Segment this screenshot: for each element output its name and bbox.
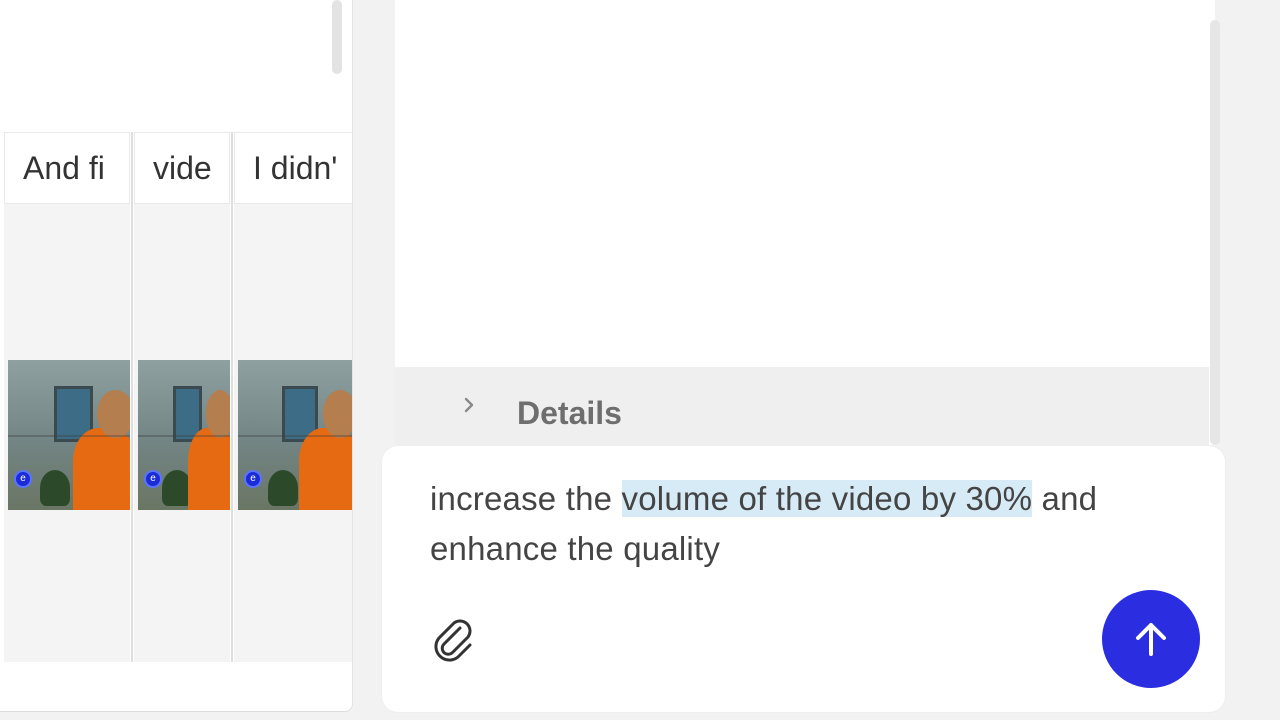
clip-caption: vide [134, 132, 230, 204]
send-button[interactable] [1102, 590, 1200, 688]
paperclip-icon[interactable] [430, 614, 478, 662]
chat-scrollbar[interactable] [1210, 20, 1220, 445]
prompt-input[interactable]: increase the volume of the video by 30% … [430, 474, 1190, 574]
prompt-text-start: increase the [430, 480, 622, 517]
clip-thumbnail: e [138, 360, 230, 510]
timeline-clip[interactable]: vide e [134, 132, 230, 662]
timeline-scrollbar[interactable] [332, 0, 342, 74]
clip-caption: And fi [4, 132, 130, 204]
clip-caption: I didn' [234, 132, 352, 204]
prompt-composer: increase the volume of the video by 30% … [382, 446, 1225, 712]
clip-divider [231, 132, 233, 662]
details-toggle[interactable]: Details [395, 367, 1209, 445]
chat-panel: Details [395, 0, 1215, 445]
timeline-clip[interactable]: And fi e [4, 132, 130, 662]
timeline-clip[interactable]: I didn' e [234, 132, 352, 662]
clip-thumbnail: e [8, 360, 130, 510]
badge-icon: e [144, 470, 162, 488]
arrow-up-icon [1136, 623, 1166, 656]
clip-divider [131, 132, 133, 662]
clip-thumbnail: e [238, 360, 352, 510]
details-label: Details [517, 395, 622, 431]
badge-icon: e [14, 470, 32, 488]
chevron-right-icon [464, 397, 474, 413]
timeline-panel: And fi e vide e I didn' e [0, 0, 353, 712]
prompt-text-selection: volume of the video by 30% [621, 480, 1033, 517]
badge-icon: e [244, 470, 262, 488]
